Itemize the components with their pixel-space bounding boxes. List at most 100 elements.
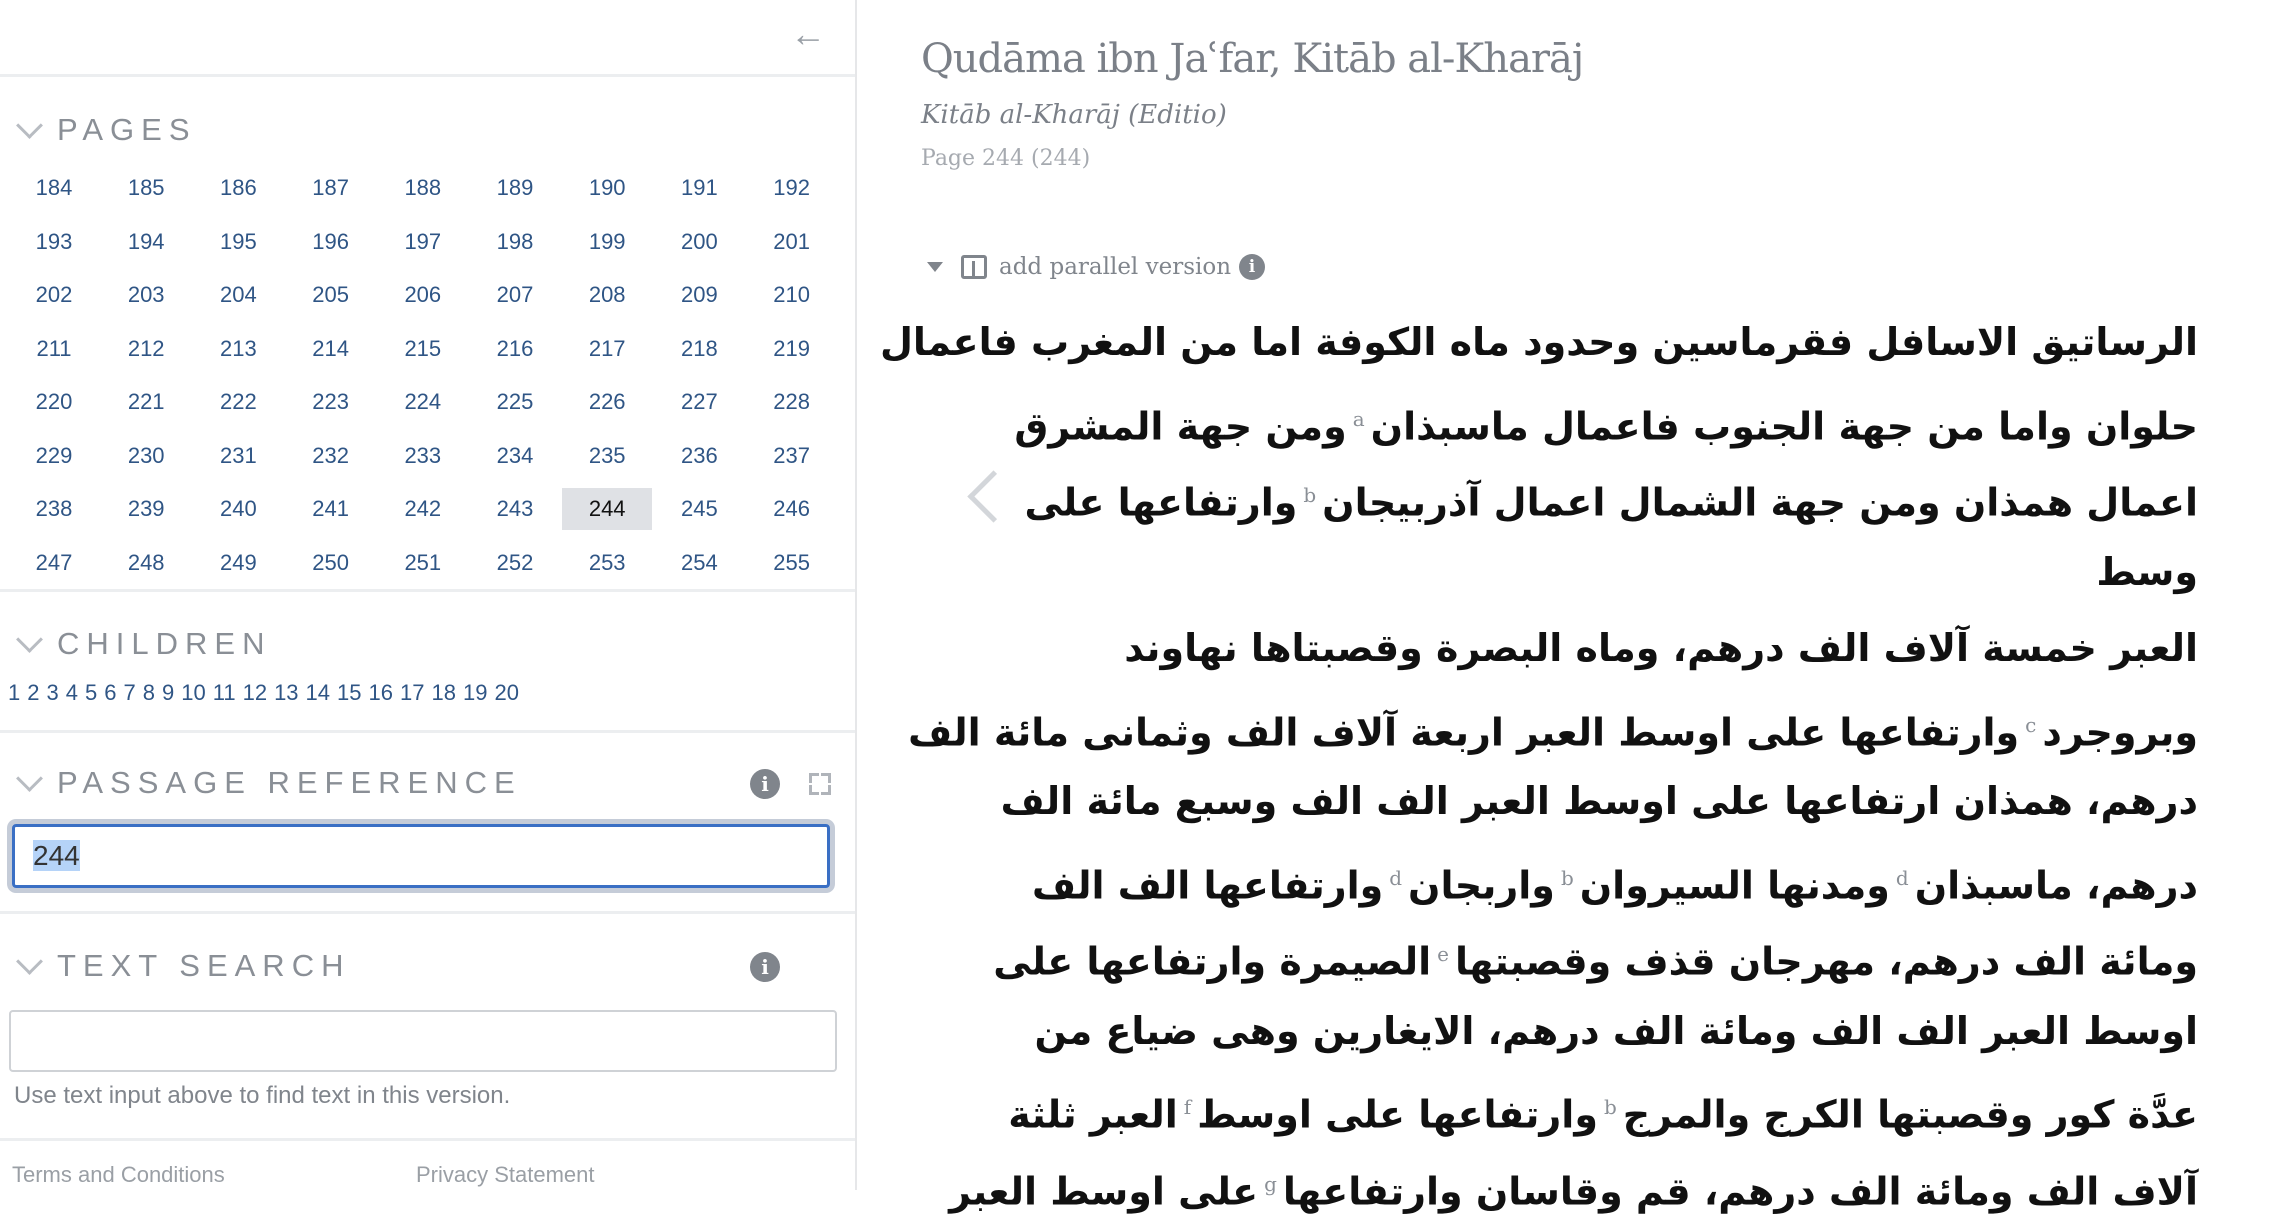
footnote-marker[interactable]: e <box>1437 942 1449 966</box>
children-section-toggle[interactable]: CHILDREN <box>16 625 271 662</box>
page-link[interactable]: 243 <box>470 488 560 530</box>
page-link[interactable]: 246 <box>747 488 837 530</box>
page-link[interactable]: 219 <box>747 328 837 370</box>
child-link[interactable]: 17 <box>400 680 424 705</box>
passage-reference-toggle[interactable]: PASSAGE REFERENCE <box>16 764 522 801</box>
page-link[interactable]: 194 <box>101 221 191 263</box>
child-link[interactable]: 2 <box>27 680 39 705</box>
page-link[interactable]: 203 <box>101 274 191 316</box>
page-link[interactable]: 245 <box>654 488 744 530</box>
page-link[interactable]: 187 <box>286 167 376 209</box>
page-link[interactable]: 190 <box>562 167 652 209</box>
page-link[interactable]: 199 <box>562 221 652 263</box>
info-icon[interactable]: i <box>750 952 780 982</box>
page-link[interactable]: 221 <box>101 381 191 423</box>
page-link[interactable]: 209 <box>654 274 744 316</box>
page-link[interactable]: 206 <box>378 274 468 316</box>
page-link[interactable]: 220 <box>9 381 99 423</box>
child-link[interactable]: 4 <box>66 680 78 705</box>
child-link[interactable]: 15 <box>337 680 361 705</box>
page-link[interactable]: 186 <box>193 167 283 209</box>
page-link[interactable]: 213 <box>193 328 283 370</box>
child-link[interactable]: 8 <box>143 680 155 705</box>
page-link[interactable]: 212 <box>101 328 191 370</box>
fullscreen-icon[interactable] <box>809 773 831 795</box>
page-link[interactable]: 184 <box>9 167 99 209</box>
child-link[interactable]: 13 <box>274 680 298 705</box>
page-link[interactable]: 248 <box>101 542 191 578</box>
privacy-link[interactable]: Privacy Statement <box>416 1162 595 1188</box>
footnote-marker[interactable]: a <box>1353 407 1365 431</box>
page-link[interactable]: 239 <box>101 488 191 530</box>
page-link[interactable]: 201 <box>747 221 837 263</box>
page-link[interactable]: 205 <box>286 274 376 316</box>
child-link[interactable]: 7 <box>124 680 136 705</box>
page-link[interactable]: 237 <box>747 435 837 477</box>
page-link[interactable]: 210 <box>747 274 837 316</box>
arrow-left-icon[interactable]: ← <box>790 16 826 52</box>
page-link[interactable]: 255 <box>747 542 837 578</box>
child-link[interactable]: 11 <box>213 680 236 705</box>
page-link[interactable]: 198 <box>470 221 560 263</box>
page-link[interactable]: 196 <box>286 221 376 263</box>
footnote-marker[interactable]: b <box>1303 483 1316 507</box>
page-link[interactable]: 250 <box>286 542 376 578</box>
footnote-marker[interactable]: g <box>1264 1172 1277 1196</box>
page-link[interactable]: 192 <box>747 167 837 209</box>
page-link[interactable]: 226 <box>562 381 652 423</box>
page-link[interactable]: 240 <box>193 488 283 530</box>
footnote-marker[interactable]: f <box>1184 1095 1191 1119</box>
passage-reference-input[interactable]: 244 <box>12 824 830 888</box>
child-link[interactable]: 6 <box>104 680 116 705</box>
footnote-marker[interactable]: d <box>1389 866 1402 890</box>
info-icon[interactable]: i <box>1239 254 1266 280</box>
page-link[interactable]: 232 <box>286 435 376 477</box>
child-link[interactable]: 3 <box>47 680 59 705</box>
page-link[interactable]: 218 <box>654 328 744 370</box>
info-icon[interactable]: i <box>750 769 780 799</box>
page-link[interactable]: 236 <box>654 435 744 477</box>
footnote-marker[interactable]: b <box>1561 866 1574 890</box>
page-link[interactable]: 234 <box>470 435 560 477</box>
page-link[interactable]: 202 <box>9 274 99 316</box>
page-link[interactable]: 249 <box>193 542 283 578</box>
page-link[interactable]: 238 <box>9 488 99 530</box>
page-link[interactable]: 200 <box>654 221 744 263</box>
page-link[interactable]: 193 <box>9 221 99 263</box>
page-link[interactable]: 253 <box>562 542 652 578</box>
pages-section-toggle[interactable]: PAGES <box>16 111 197 148</box>
page-link[interactable]: 228 <box>747 381 837 423</box>
page-link[interactable]: 235 <box>562 435 652 477</box>
page-link[interactable]: 204 <box>193 274 283 316</box>
page-link[interactable]: 215 <box>378 328 468 370</box>
page-link[interactable]: 223 <box>286 381 376 423</box>
page-link[interactable]: 231 <box>193 435 283 477</box>
child-link[interactable]: 16 <box>369 680 393 705</box>
page-link[interactable]: 216 <box>470 328 560 370</box>
child-link[interactable]: 12 <box>243 680 267 705</box>
text-search-input[interactable] <box>9 1010 837 1072</box>
child-link[interactable]: 10 <box>181 680 205 705</box>
child-link[interactable]: 14 <box>306 680 330 705</box>
page-link[interactable]: 224 <box>378 381 468 423</box>
page-link[interactable]: 229 <box>9 435 99 477</box>
footnote-marker[interactable]: d <box>1896 866 1909 890</box>
child-link[interactable]: 9 <box>162 680 174 705</box>
child-link[interactable]: 19 <box>463 680 487 705</box>
page-link[interactable]: 227 <box>654 381 744 423</box>
page-link[interactable]: 241 <box>286 488 376 530</box>
page-link[interactable]: 214 <box>286 328 376 370</box>
page-link[interactable]: 211 <box>9 328 99 370</box>
page-link[interactable]: 244 <box>562 488 653 530</box>
page-link[interactable]: 217 <box>562 328 652 370</box>
page-link[interactable]: 225 <box>470 381 560 423</box>
page-link[interactable]: 207 <box>470 274 560 316</box>
child-link[interactable]: 1 <box>8 680 20 705</box>
page-link[interactable]: 242 <box>378 488 468 530</box>
page-link[interactable]: 222 <box>193 381 283 423</box>
child-link[interactable]: 20 <box>494 680 518 705</box>
page-link[interactable]: 185 <box>101 167 191 209</box>
page-link[interactable]: 254 <box>654 542 744 578</box>
page-link[interactable]: 189 <box>470 167 560 209</box>
page-link[interactable]: 233 <box>378 435 468 477</box>
